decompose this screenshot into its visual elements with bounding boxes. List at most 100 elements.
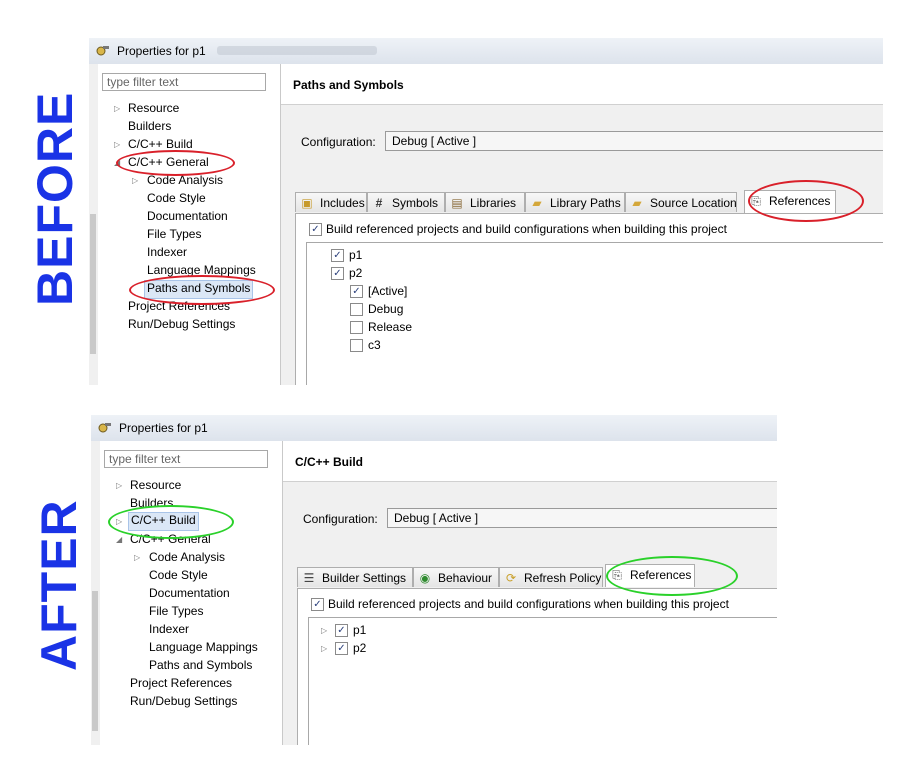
before-properties-window: Properties for p1 type filter text ▷ Res… (89, 38, 883, 385)
nav-item-project-references[interactable]: Project References (130, 675, 232, 692)
nav-item-language-mappings[interactable]: Language Mappings (149, 639, 258, 656)
filter-input[interactable]: type filter text (104, 450, 268, 468)
page-header: Paths and Symbols (281, 64, 883, 105)
title-bar: Properties for p1 (91, 415, 777, 442)
build-referenced-checkbox[interactable]: ✓ (311, 598, 324, 611)
nav-item-cc-general[interactable]: C/C++ General (130, 531, 211, 548)
nav-item-indexer[interactable]: Indexer (149, 621, 189, 638)
nav-item-code-style[interactable]: Code Style (149, 567, 208, 584)
tab-libraries[interactable]: ▤ Libraries (445, 192, 525, 212)
checkbox-p2[interactable]: ✓ (331, 267, 344, 280)
nav-item-code-style[interactable]: Code Style (147, 190, 206, 207)
nav-item-file-types[interactable]: File Types (149, 603, 203, 620)
tab-source-location[interactable]: ▰ Source Location (625, 192, 737, 212)
build-referenced-label: Build referenced projects and build conf… (328, 597, 729, 611)
folder-icon: ▰ (532, 196, 542, 210)
ref-label-p2: p2 (349, 266, 363, 280)
references-tab-panel: ✓ Build referenced projects and build co… (295, 213, 883, 385)
before-label: BEFORE (27, 91, 83, 306)
collapse-arrow-icon[interactable]: ◢ (114, 158, 120, 167)
configuration-dropdown[interactable]: Debug [ Active ] (385, 131, 883, 151)
checkbox-p2[interactable]: ✓ (335, 642, 348, 655)
nav-item-paths-and-symbols[interactable]: Paths and Symbols (149, 657, 252, 674)
checkbox-release[interactable] (350, 321, 363, 334)
ref-label-active: [Active] (368, 284, 408, 298)
page-title: Paths and Symbols (293, 78, 404, 92)
build-referenced-checkbox[interactable]: ✓ (309, 223, 322, 236)
includes-icon: ▣ (301, 196, 313, 210)
nav-item-file-types[interactable]: File Types (147, 226, 201, 243)
expand-arrow-icon[interactable]: ▷ (114, 140, 120, 149)
expand-arrow-icon[interactable]: ▷ (321, 626, 327, 635)
checkbox-p1[interactable]: ✓ (335, 624, 348, 637)
nav-item-resource[interactable]: Resource (130, 477, 181, 494)
configuration-dropdown[interactable]: Debug [ Active ] (387, 508, 777, 528)
hash-icon: # (375, 196, 383, 210)
tab-library-paths[interactable]: ▰ Library Paths (525, 192, 625, 212)
left-scrollbar[interactable] (89, 64, 98, 385)
expand-arrow-icon[interactable]: ▷ (321, 644, 327, 653)
nav-item-cc-general[interactable]: C/C++ General (128, 154, 209, 171)
nav-item-cc-build[interactable]: C/C++ Build (128, 136, 193, 153)
tab-builder-settings[interactable]: ☰ Builder Settings (297, 567, 413, 587)
nav-item-indexer[interactable]: Indexer (147, 244, 187, 261)
nav-item-builders[interactable]: Builders (130, 495, 173, 512)
nav-item-run-debug-settings[interactable]: Run/Debug Settings (130, 693, 237, 710)
collapse-arrow-icon[interactable]: ◢ (116, 535, 122, 544)
eclipse-properties-icon (96, 46, 109, 56)
list-icon: ☰ (303, 571, 315, 585)
references-tree: ✓ p1 ✓ p2 ✓ [Active] Debug Release c3 (306, 242, 883, 385)
tab-references[interactable]: ⎘ References (744, 190, 836, 213)
ref-label-p1: p1 (353, 623, 367, 637)
nav-item-language-mappings[interactable]: Language Mappings (147, 262, 256, 279)
tab-refresh-policy[interactable]: ⟳ Refresh Policy (499, 567, 603, 587)
nav-item-cc-build[interactable]: C/C++ Build (128, 512, 199, 531)
radio-icon: ◉ (419, 571, 431, 585)
folder-icon: ▰ (632, 196, 642, 210)
checkbox-c3[interactable] (350, 339, 363, 352)
left-scrollbar[interactable] (91, 441, 100, 745)
navigation-pane: type filter text ▷ Resource Builders ▷ C… (100, 441, 283, 745)
nav-item-documentation[interactable]: Documentation (147, 208, 228, 225)
tab-symbols[interactable]: # Symbols (367, 192, 445, 212)
nav-item-project-references[interactable]: Project References (128, 298, 230, 315)
checkbox-active[interactable]: ✓ (350, 285, 363, 298)
content-pane: Paths and Symbols Configuration: Debug [… (281, 64, 883, 385)
nav-item-resource[interactable]: Resource (128, 100, 179, 117)
tab-includes[interactable]: ▣ Includes (295, 192, 367, 212)
expand-arrow-icon[interactable]: ▷ (116, 481, 122, 490)
nav-item-documentation[interactable]: Documentation (149, 585, 230, 602)
expand-arrow-icon[interactable]: ▷ (114, 104, 120, 113)
after-label: AFTER (31, 499, 87, 671)
blurred-title-text (217, 46, 377, 55)
build-referenced-label: Build referenced projects and build conf… (326, 222, 727, 236)
expand-arrow-icon[interactable]: ▷ (134, 553, 140, 562)
nav-item-run-debug-settings[interactable]: Run/Debug Settings (128, 316, 235, 333)
ref-label-p2: p2 (353, 641, 367, 655)
eclipse-properties-icon (98, 423, 111, 433)
ref-label-debug: Debug (368, 302, 404, 316)
nav-item-paths-and-symbols[interactable]: Paths and Symbols (144, 280, 254, 299)
configuration-label: Configuration: (303, 512, 378, 526)
tab-behaviour[interactable]: ◉ Behaviour (413, 567, 499, 587)
refresh-icon: ⟳ (505, 571, 517, 585)
tab-references[interactable]: ⎘ References (605, 564, 695, 587)
checkbox-debug[interactable] (350, 303, 363, 316)
configuration-label: Configuration: (301, 135, 376, 149)
nav-item-code-analysis[interactable]: Code Analysis (147, 172, 223, 189)
libraries-icon: ▤ (451, 196, 463, 210)
ref-label-c3: c3 (368, 338, 381, 352)
ref-label-release: Release (368, 320, 413, 334)
checkbox-p1[interactable]: ✓ (331, 249, 344, 262)
references-icon: ⎘ (612, 568, 622, 582)
title-bar: Properties for p1 (89, 38, 883, 65)
references-tree: ▷ ✓ p1 ▷ ✓ p2 (308, 617, 777, 745)
filter-input[interactable]: type filter text (102, 73, 266, 91)
window-title: Properties for p1 (119, 421, 208, 435)
nav-item-builders[interactable]: Builders (128, 118, 171, 135)
references-icon: ⎘ (751, 194, 761, 208)
expand-arrow-icon[interactable]: ▷ (116, 517, 122, 526)
expand-arrow-icon[interactable]: ▷ (132, 176, 138, 185)
nav-item-code-analysis[interactable]: Code Analysis (149, 549, 225, 566)
references-tab-panel: ✓ Build referenced projects and build co… (297, 588, 777, 745)
